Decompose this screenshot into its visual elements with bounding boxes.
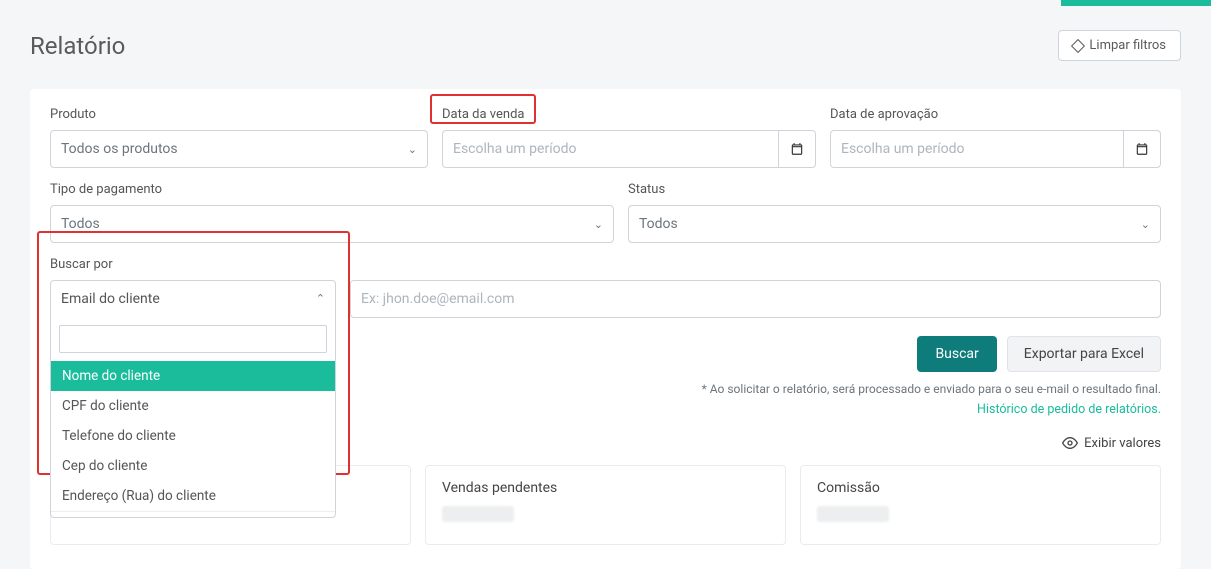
card-3-value-hidden (817, 506, 889, 522)
data-aprov-label: Data de aprovação (830, 107, 1161, 122)
search-input[interactable] (350, 280, 1161, 318)
tipo-pag-select[interactable]: Todos ⌄ (50, 205, 614, 243)
card-3-title: Comissão (817, 480, 1144, 496)
chevron-down-icon: ⌄ (594, 218, 603, 231)
card-2-value-hidden (442, 506, 514, 522)
topbar-accent (1061, 0, 1211, 6)
tipo-pag-label: Tipo de pagamento (50, 182, 614, 197)
buscar-por-value: Email do cliente (61, 291, 160, 307)
card-2: Vendas pendentes (425, 465, 786, 545)
chevron-down-icon: ⌄ (408, 143, 417, 156)
exportar-button[interactable]: Exportar para Excel (1007, 336, 1161, 372)
buscar-por-label: Buscar por (50, 257, 336, 272)
status-label: Status (628, 182, 1161, 197)
data-aprov-input[interactable] (830, 130, 1123, 168)
dropdown-search-input[interactable] (59, 325, 327, 353)
produto-value: Todos os produtos (61, 141, 178, 157)
status-value: Todos (639, 216, 678, 232)
produto-select[interactable]: Todos os produtos ⌄ (50, 130, 428, 168)
buscar-button[interactable]: Buscar (917, 336, 996, 372)
clear-filters-label: Limpar filtros (1089, 38, 1166, 53)
card-3: Comissão (800, 465, 1161, 545)
produto-label: Produto (50, 107, 428, 122)
search-spacer (350, 257, 1161, 272)
filter-panel: Produto Todos os produtos ⌄ Data da vend… (30, 89, 1181, 569)
buscar-por-dropdown[interactable]: Email do cliente ⌃ Nome do cliente CPF d… (50, 280, 336, 518)
chevron-up-icon: ⌃ (316, 292, 325, 305)
card-2-title: Vendas pendentes (442, 480, 769, 496)
dropdown-item-cpf[interactable]: CPF do cliente (51, 391, 335, 421)
page-title: Relatório (30, 32, 125, 60)
dropdown-list: Nome do cliente CPF do cliente Telefone … (51, 361, 335, 517)
calendar-icon[interactable] (1123, 130, 1161, 168)
buscar-por-selected[interactable]: Email do cliente ⌃ (51, 281, 335, 317)
calendar-icon[interactable] (778, 130, 816, 168)
dropdown-item-telefone[interactable]: Telefone do cliente (51, 421, 335, 451)
data-venda-input[interactable] (442, 130, 778, 168)
dropdown-item-cep[interactable]: Cep do cliente (51, 451, 335, 481)
chevron-down-icon: ⌄ (1141, 218, 1150, 231)
tipo-pag-value: Todos (61, 216, 100, 232)
exibir-valores-label: Exibir valores (1084, 436, 1161, 451)
diamond-icon (1071, 38, 1085, 52)
dropdown-item-more[interactable] (51, 511, 335, 517)
status-select[interactable]: Todos ⌄ (628, 205, 1161, 243)
clear-filters-button[interactable]: Limpar filtros (1058, 30, 1181, 61)
data-venda-label: Data da venda (442, 107, 816, 122)
dropdown-item-nome[interactable]: Nome do cliente (51, 361, 335, 391)
